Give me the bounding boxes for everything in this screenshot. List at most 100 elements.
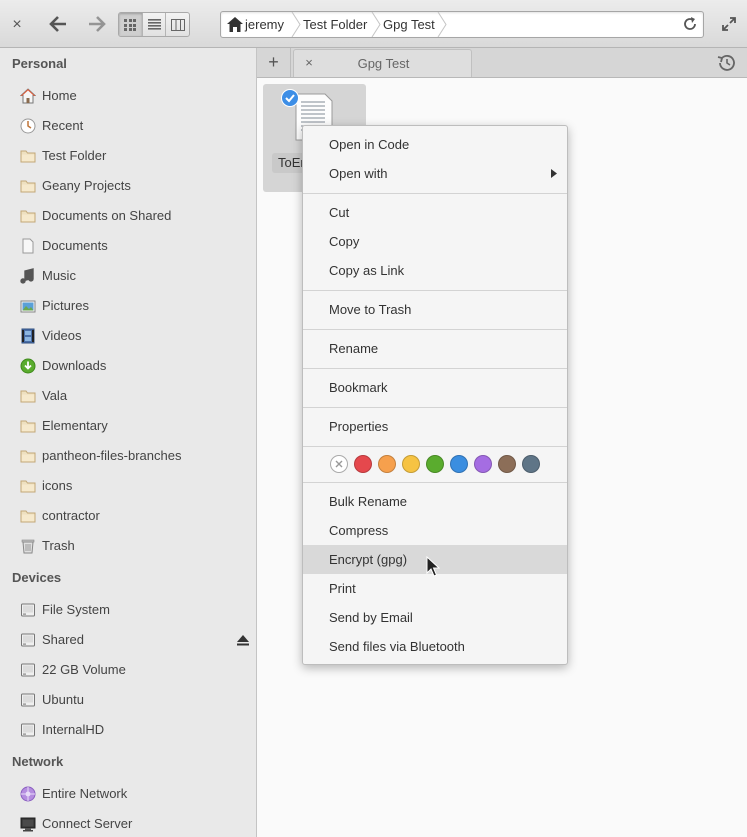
color-tag-button[interactable]	[402, 455, 420, 473]
sidebar-item-music[interactable]: Music	[0, 261, 256, 291]
downloads-icon	[20, 358, 36, 374]
sidebar-item-videos[interactable]: Videos	[0, 321, 256, 351]
back-button[interactable]	[44, 10, 72, 38]
color-tag-button[interactable]	[498, 455, 516, 473]
sidebar-item-elementary[interactable]: Elementary	[0, 411, 256, 441]
menu-item-send-by-email[interactable]: Send by Email	[303, 603, 567, 632]
breadcrumb-test-folder[interactable]: Test Folder	[303, 12, 367, 37]
icon-view-button[interactable]	[119, 13, 143, 36]
sidebar-item-ubuntu[interactable]: Ubuntu	[0, 685, 256, 715]
sidebar-item-home[interactable]: Home	[0, 81, 256, 111]
menu-item-copy-as-link[interactable]: Copy as Link	[303, 256, 567, 285]
menu-item-label: Rename	[329, 341, 379, 356]
color-tag-button[interactable]	[450, 455, 468, 473]
sidebar-item-vala[interactable]: Vala	[0, 381, 256, 411]
mouse-cursor-icon	[426, 556, 440, 577]
sidebar-item-22-gb-volume[interactable]: 22 GB Volume	[0, 655, 256, 685]
color-tag-button[interactable]	[474, 455, 492, 473]
music-icon	[20, 268, 34, 284]
sidebar-item-entire-network[interactable]: Entire Network	[0, 779, 256, 809]
breadcrumb-separator	[371, 12, 381, 37]
menu-item-label: Open in Code	[329, 137, 410, 152]
sidebar-item-recent[interactable]: Recent	[0, 111, 256, 141]
maximize-icon	[722, 17, 736, 31]
refresh-icon[interactable]	[681, 15, 699, 33]
new-tab-button[interactable]: +	[257, 48, 291, 77]
selected-check-icon[interactable]	[281, 89, 299, 107]
sidebar-item-label: 22 GB Volume	[42, 662, 126, 677]
forward-button[interactable]	[83, 10, 111, 38]
sidebar-item-shared[interactable]: Shared	[0, 625, 256, 655]
sidebar-item-trash[interactable]: Trash	[0, 531, 256, 561]
drive-icon	[21, 693, 35, 707]
breadcrumb-home[interactable]: jeremy	[245, 12, 284, 37]
sidebar-item-icons[interactable]: icons	[0, 471, 256, 501]
sidebar-item-geany-projects[interactable]: Geany Projects	[0, 171, 256, 201]
folder-icon	[20, 450, 36, 463]
sidebar-item-pictures[interactable]: Pictures	[0, 291, 256, 321]
menu-item-copy[interactable]: Copy	[303, 227, 567, 256]
tab-bar: + Gpg Test ×	[257, 48, 747, 78]
menu-separator	[303, 407, 567, 408]
menu-item-label: Copy as Link	[329, 263, 405, 278]
drive-icon	[21, 663, 35, 677]
sidebar-item-documents-on-shared[interactable]: Documents on Shared	[0, 201, 256, 231]
tab-title: Gpg Test	[357, 56, 410, 71]
sidebar-item-label: Connect Server	[42, 816, 133, 831]
sidebar-item-label: File System	[42, 602, 110, 617]
sidebar-item-label: Ubuntu	[42, 692, 84, 707]
eject-icon[interactable]	[236, 633, 250, 647]
arrow-right-icon	[89, 16, 106, 32]
sidebar-item-file-system[interactable]: File System	[0, 595, 256, 625]
sidebar-item-label: InternalHD	[42, 722, 105, 737]
menu-item-bookmark[interactable]: Bookmark	[303, 373, 567, 402]
column-view-button[interactable]	[166, 13, 189, 36]
list-view-button[interactable]	[143, 13, 167, 36]
color-tag-button[interactable]	[426, 455, 444, 473]
tab-gpg-test[interactable]: Gpg Test ×	[293, 49, 472, 77]
header-bar: × jeremy Test Folder Gpg Test	[0, 0, 747, 48]
breadcrumb-separator	[437, 12, 447, 37]
menu-item-move-to-trash[interactable]: Move to Trash	[303, 295, 567, 324]
menu-item-properties[interactable]: Properties	[303, 412, 567, 441]
sidebar-item-internalhd[interactable]: InternalHD	[0, 715, 256, 745]
menu-item-open-in-code[interactable]: Open in Code	[303, 130, 567, 159]
close-window-button[interactable]: ×	[4, 12, 30, 38]
tab-close-icon[interactable]: ×	[302, 55, 316, 71]
sidebar-item-pantheon-files-branches[interactable]: pantheon-files-branches	[0, 441, 256, 471]
home-icon	[227, 17, 243, 32]
color-tag-none-button[interactable]	[330, 455, 348, 473]
sidebar-item-contractor[interactable]: contractor	[0, 501, 256, 531]
folder-icon	[20, 210, 36, 223]
sidebar-item-documents[interactable]: Documents	[0, 231, 256, 261]
menu-item-print[interactable]: Print	[303, 574, 567, 603]
sidebar-item-label: Vala	[42, 388, 68, 403]
breadcrumb-gpg-test[interactable]: Gpg Test	[383, 12, 435, 37]
menu-item-bulk-rename[interactable]: Bulk Rename	[303, 487, 567, 516]
menu-item-label: Print	[329, 581, 356, 596]
menu-item-open-with[interactable]: Open with	[303, 159, 567, 188]
sidebar-item-test-folder[interactable]: Test Folder	[0, 141, 256, 171]
sidebar-item-connect-server[interactable]: Connect Server	[0, 809, 256, 837]
menu-item-rename[interactable]: Rename	[303, 334, 567, 363]
sidebar-item-downloads[interactable]: Downloads	[0, 351, 256, 381]
folder-icon	[20, 390, 36, 403]
color-tag-button[interactable]	[354, 455, 372, 473]
color-tag-button[interactable]	[378, 455, 396, 473]
history-icon[interactable]	[716, 53, 738, 73]
sidebar-item-label: icons	[42, 478, 73, 493]
clear-tag-icon	[335, 460, 343, 468]
grid-icon	[124, 18, 137, 31]
menu-item-compress[interactable]: Compress	[303, 516, 567, 545]
server-icon	[20, 817, 36, 832]
videos-icon	[21, 328, 35, 344]
maximize-button[interactable]	[718, 12, 740, 36]
folder-icon	[20, 480, 36, 493]
menu-item-send-files-via-bluetooth[interactable]: Send files via Bluetooth	[303, 632, 567, 661]
sidebar-item-label: Videos	[42, 328, 82, 343]
sidebar-item-label: Geany Projects	[42, 178, 131, 193]
folder-icon	[20, 150, 36, 163]
location-bar[interactable]: jeremy Test Folder Gpg Test	[220, 11, 704, 38]
menu-item-cut[interactable]: Cut	[303, 198, 567, 227]
color-tag-button[interactable]	[522, 455, 540, 473]
